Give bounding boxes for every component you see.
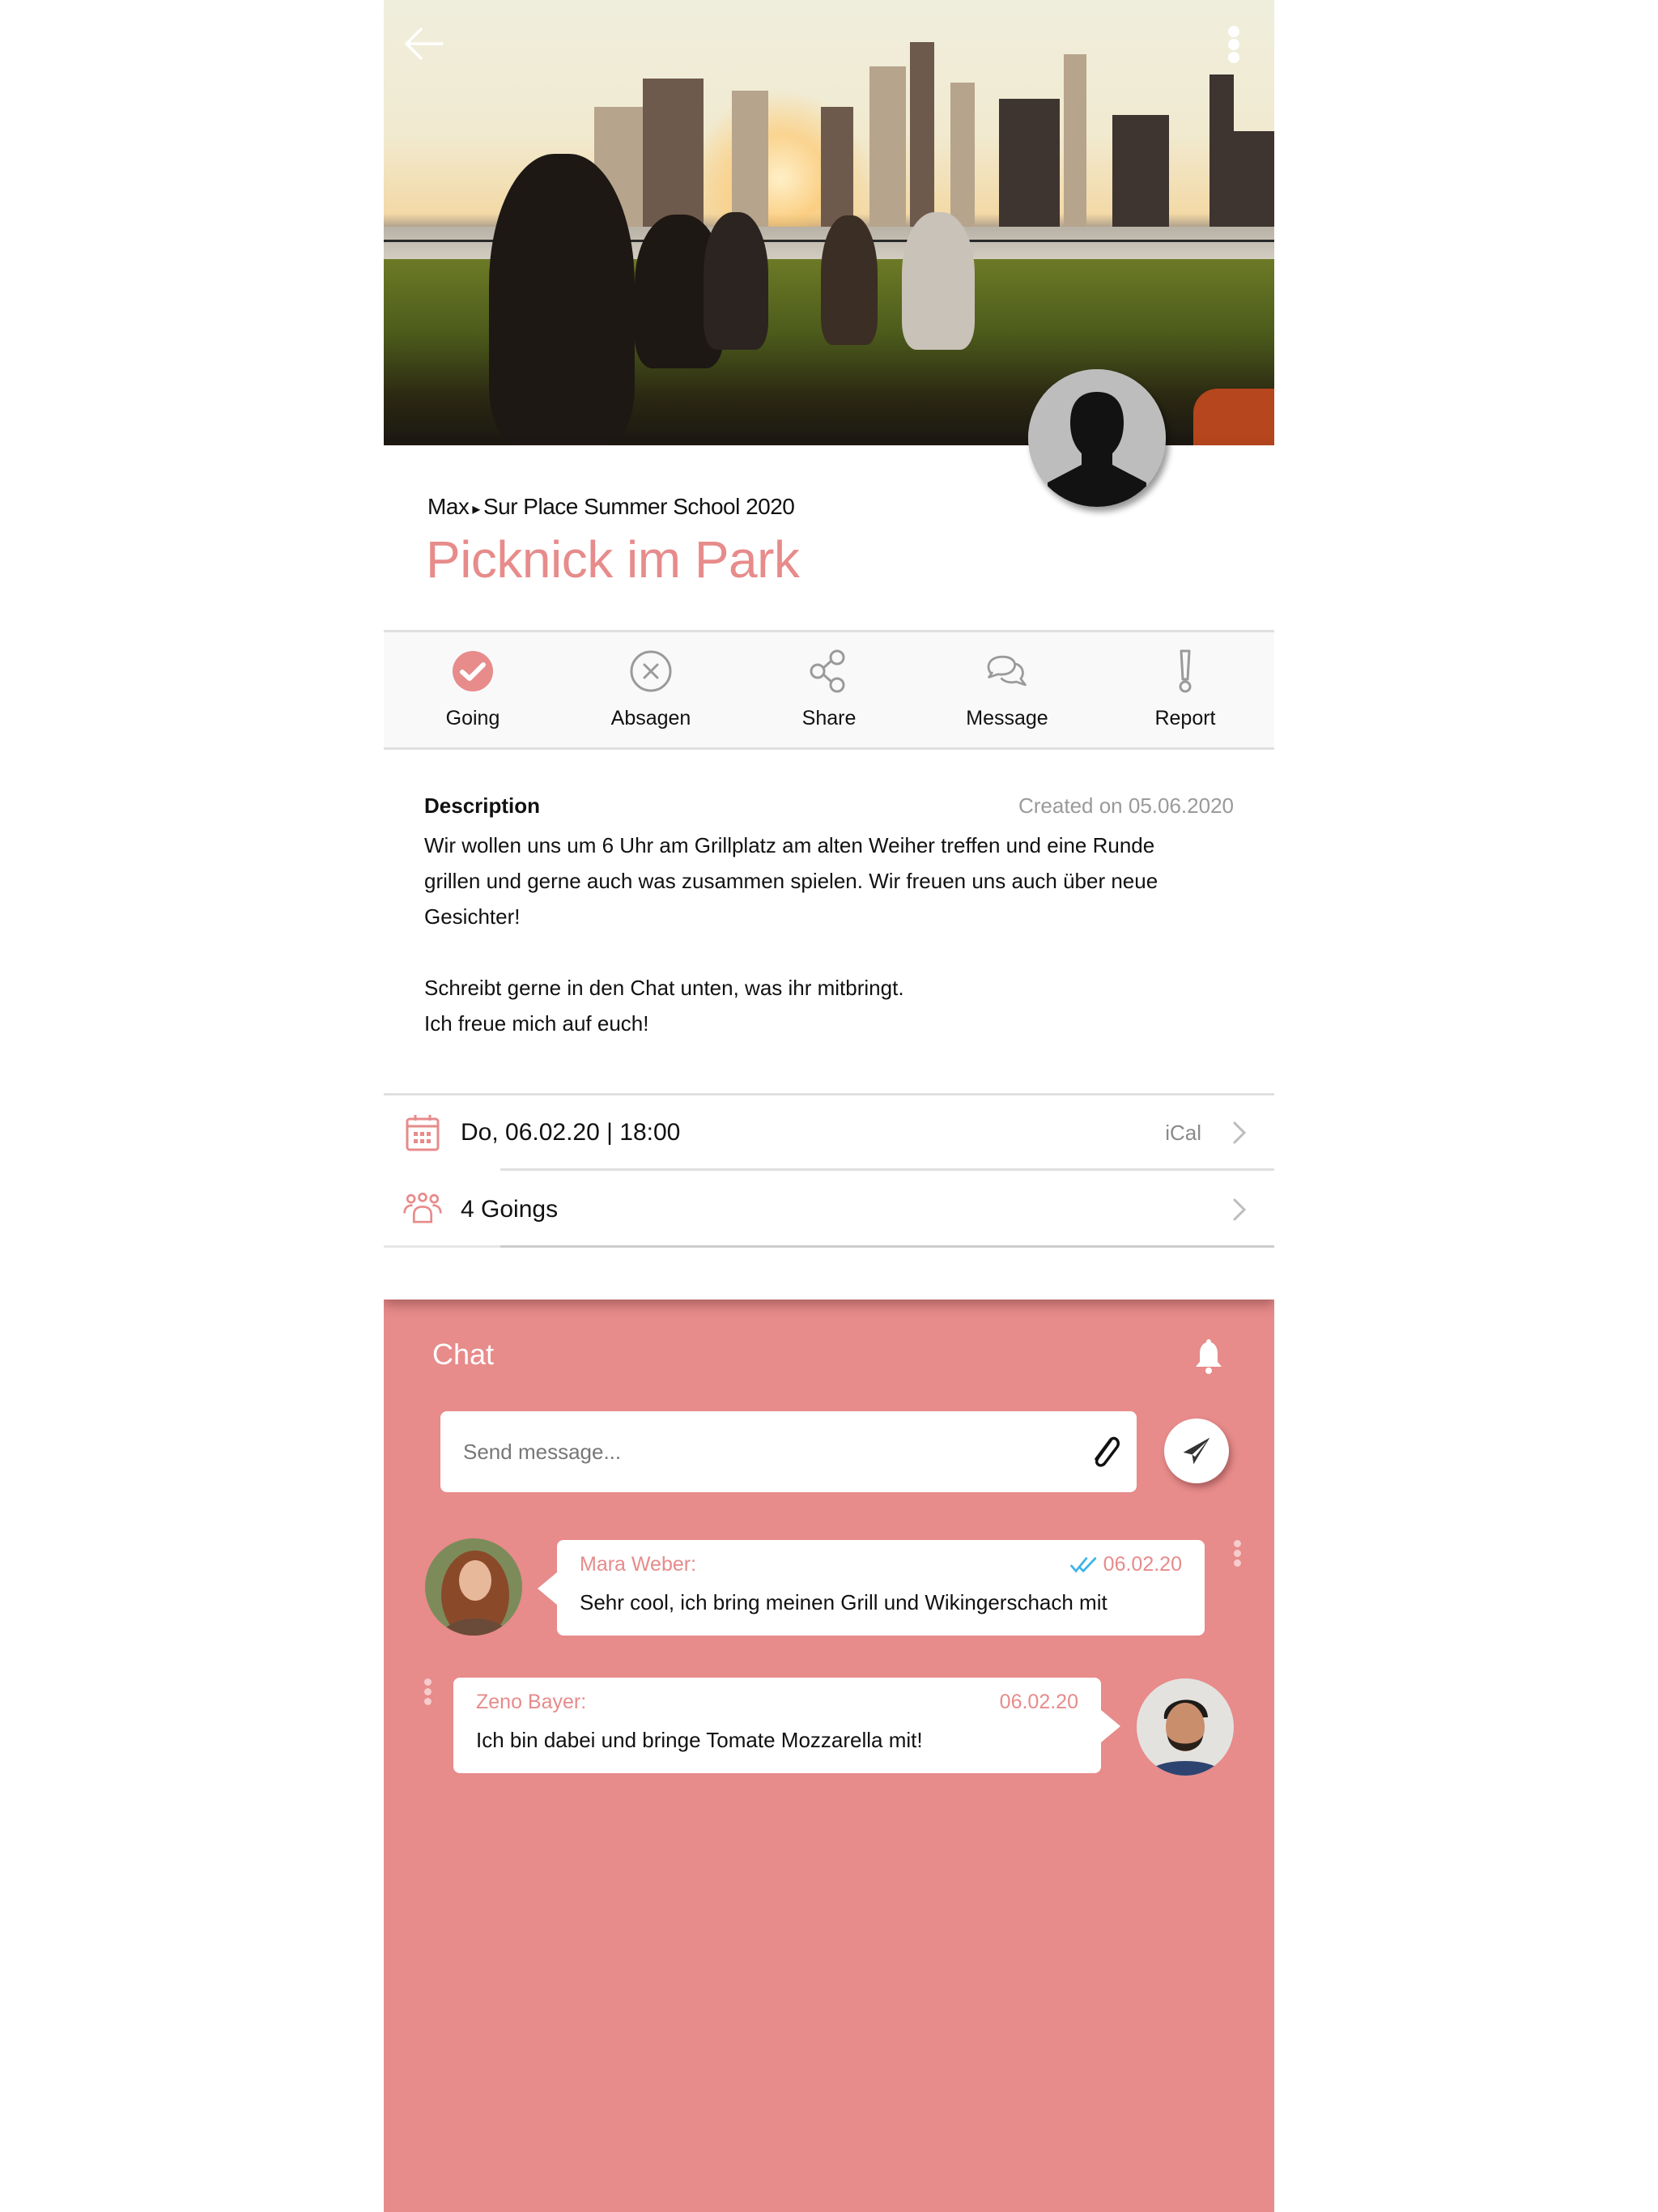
photo-building	[821, 107, 853, 228]
description-text: Wir wollen uns um 6 Uhr am Grillplatz am…	[424, 827, 1234, 1041]
person-silhouette-icon	[1028, 369, 1166, 507]
photo-building	[999, 99, 1060, 228]
calendar-icon	[406, 1115, 439, 1151]
avatar-zeno-bayer[interactable]	[1137, 1678, 1234, 1776]
message-input[interactable]	[440, 1411, 1137, 1492]
date-row[interactable]: Do, 06.02.20 | 18:00 iCal	[384, 1093, 1274, 1170]
bell-icon	[1196, 1339, 1222, 1374]
chevron-right-icon	[1233, 1198, 1247, 1220]
bubble-tail	[538, 1572, 557, 1605]
share-icon	[810, 649, 845, 693]
user-photo-icon	[425, 1538, 522, 1636]
paperclip-icon	[1095, 1436, 1120, 1467]
back-button[interactable]	[400, 18, 449, 66]
message-author[interactable]: Zeno Bayer:	[476, 1691, 586, 1714]
event-datetime: Do, 06.02.20 | 18:00	[461, 1119, 681, 1146]
send-button[interactable]	[1164, 1419, 1229, 1483]
report-label: Report	[1154, 707, 1216, 730]
x-circle-icon	[630, 650, 672, 692]
going-button[interactable]: Going	[384, 632, 562, 747]
share-label: Share	[801, 707, 857, 730]
message-options-button[interactable]	[1229, 1540, 1245, 1572]
attach-button[interactable]	[1086, 1431, 1124, 1471]
paper-plane-icon	[1183, 1437, 1210, 1465]
chat-message: Zeno Bayer: 06.02.20 Ich bin dabei und b…	[453, 1678, 1120, 1773]
ical-link[interactable]: iCal	[1165, 1121, 1201, 1146]
row-divider	[384, 1245, 1274, 1248]
avatar-mara-weber[interactable]	[425, 1538, 522, 1636]
message-label: Message	[966, 707, 1048, 730]
breadcrumb: Max ▸ Sur Place Summer School 2020	[427, 494, 795, 520]
event-cover-photo	[384, 0, 1274, 445]
check-circle-icon	[453, 651, 493, 691]
description-line: Wir wollen uns um 6 Uhr am Grillplatz am…	[424, 833, 1155, 857]
photo-building	[732, 91, 768, 228]
absagen-label: Absagen	[610, 707, 691, 730]
chat-bubbles-icon	[987, 655, 1027, 687]
arrow-left-icon	[405, 28, 444, 60]
report-button[interactable]: Report	[1096, 632, 1274, 747]
going-label: Going	[445, 707, 500, 730]
photo-building	[1064, 54, 1086, 228]
breadcrumb-group[interactable]: Sur Place Summer School 2020	[483, 494, 795, 519]
notifications-button[interactable]	[1193, 1338, 1224, 1375]
event-card: Max ▸ Sur Place Summer School 2020 Picknic…	[384, 369, 1274, 1300]
message-author[interactable]: Mara Weber:	[580, 1553, 696, 1576]
photo-blanket	[1193, 389, 1274, 445]
action-bar: Going Absagen Share Message Report	[384, 630, 1274, 750]
photo-person	[489, 154, 635, 445]
event-title: Picknick im Park	[426, 530, 800, 589]
photo-building	[910, 42, 934, 228]
description-line: grillen und gerne auch was zusammen spie…	[424, 869, 1158, 893]
breadcrumb-owner[interactable]: Max	[427, 494, 470, 519]
description-line	[424, 934, 1234, 970]
people-group-icon	[402, 1192, 442, 1223]
share-button[interactable]: Share	[740, 632, 918, 747]
message-date: 06.02.20	[1000, 1691, 1078, 1714]
message-date-text: 06.02.20	[999, 1691, 1078, 1713]
message-options-button[interactable]	[419, 1678, 436, 1711]
breadcrumb-separator: ▸	[472, 500, 480, 518]
message-text: Ich bin dabei und bringe Tomate Mozzarel…	[476, 1728, 923, 1752]
description-heading: Description	[424, 793, 541, 818]
photo-building	[950, 83, 975, 228]
photo-person	[902, 212, 975, 350]
message-date-text: 06.02.20	[1103, 1553, 1182, 1576]
photo-building	[1234, 131, 1274, 228]
more-options-button[interactable]	[1218, 23, 1250, 68]
photo-person	[704, 212, 768, 350]
user-photo-icon	[1137, 1678, 1234, 1776]
owner-avatar[interactable]	[1028, 369, 1166, 507]
double-check-icon	[1069, 1556, 1096, 1572]
message-date: 06.02.20	[1069, 1553, 1182, 1576]
description-line: Schreibt gerne in den Chat unten, was ih…	[424, 976, 904, 1000]
description-line: Gesichter!	[424, 904, 521, 929]
photo-building	[643, 79, 704, 228]
photo-building	[1112, 115, 1169, 228]
description-line: Ich freue mich auf euch!	[424, 1011, 649, 1036]
absagen-button[interactable]: Absagen	[562, 632, 740, 747]
message-button[interactable]: Message	[918, 632, 1096, 747]
photo-building	[869, 66, 906, 228]
chat-message: Mara Weber: 06.02.20 Sehr cool, ich brin…	[538, 1540, 1205, 1636]
exclamation-icon	[1179, 649, 1192, 693]
goings-row[interactable]: 4 Goings	[384, 1171, 1274, 1248]
goings-count: 4 Goings	[461, 1195, 559, 1223]
created-date: Created on 05.06.2020	[1018, 793, 1234, 818]
message-text: Sehr cool, ich bring meinen Grill und Wi…	[580, 1590, 1107, 1614]
more-vertical-icon	[1228, 26, 1239, 63]
chevron-right-icon	[1233, 1121, 1247, 1144]
chat-title: Chat	[432, 1338, 495, 1371]
photo-building	[1209, 74, 1234, 228]
bubble-tail	[1101, 1710, 1120, 1742]
event-screen: Max ▸ Sur Place Summer School 2020 Picknic…	[384, 0, 1274, 2212]
photo-person	[821, 215, 878, 345]
